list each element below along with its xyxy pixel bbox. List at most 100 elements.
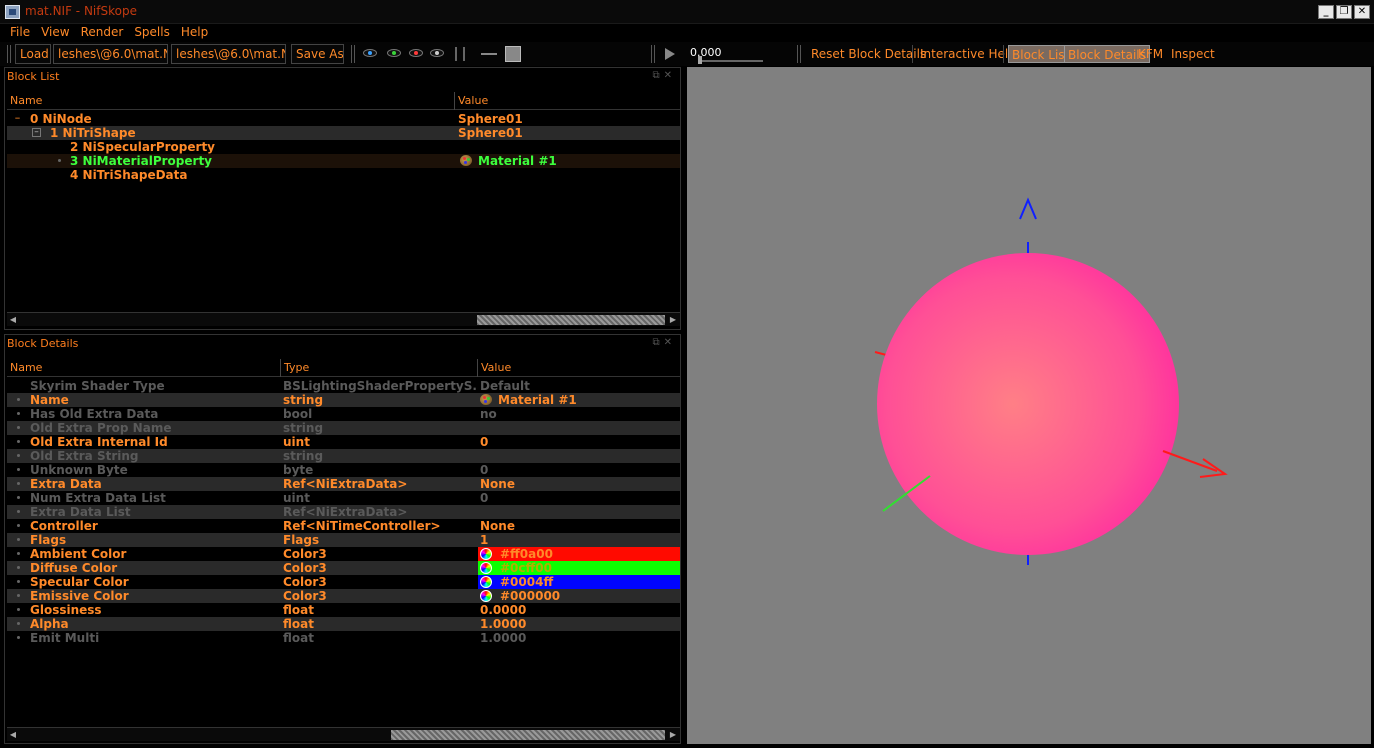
menu-render[interactable]: Render	[77, 24, 131, 42]
time-slider[interactable]	[698, 60, 763, 62]
collapse-icon[interactable]: –	[32, 128, 41, 137]
panel-controls[interactable]: ⧉✕	[652, 337, 676, 348]
time-slider-handle[interactable]	[698, 56, 702, 64]
scroll-right-icon[interactable]: ▶	[667, 314, 679, 325]
render-viewport[interactable]	[687, 67, 1371, 744]
detail-row[interactable]: Ambient Color Color3 #ff0a00	[7, 547, 680, 561]
detail-value[interactable]: None	[478, 477, 680, 491]
load-button[interactable]: Load	[15, 44, 51, 64]
detail-row[interactable]: Controller Ref<NiTimeController> None	[7, 519, 680, 533]
toolbar-grip[interactable]	[7, 45, 11, 63]
detail-row[interactable]: Old Extra Prop Name string	[7, 421, 680, 435]
detail-value[interactable]: #0cff00	[478, 561, 680, 575]
column-type[interactable]: Type	[281, 359, 478, 377]
load-path-field[interactable]: leshes\@6.0\mat.NIF	[53, 44, 168, 64]
block-row-selected[interactable]: 3 NiMaterialProperty Material #1	[7, 154, 680, 168]
view-side-icon[interactable]	[409, 49, 423, 57]
menu-file[interactable]: File	[6, 24, 37, 42]
detail-row[interactable]: Glossiness float 0.0000	[7, 603, 680, 617]
detail-row[interactable]: Old Extra String string	[7, 449, 680, 463]
toolbar-grip[interactable]	[797, 45, 801, 63]
panel-controls[interactable]: ⧉✕	[652, 70, 676, 81]
block-row[interactable]: – 0 NiNode Sphere01	[7, 112, 680, 126]
block-row[interactable]: 4 NiTriShapeData	[7, 168, 680, 182]
detail-row[interactable]: Old Extra Internal Id uint 0	[7, 435, 680, 449]
scroll-left-icon[interactable]: ◀	[7, 729, 19, 740]
walk-icon[interactable]	[455, 47, 465, 61]
detail-row[interactable]: Extra Data Ref<NiExtraData> None	[7, 477, 680, 491]
detail-value[interactable]: #000000	[478, 589, 680, 603]
detail-row[interactable]: Emit Multi float 1.0000	[7, 631, 680, 645]
scroll-right-icon[interactable]: ▶	[667, 729, 679, 740]
close-button[interactable]: ✕	[1354, 5, 1370, 19]
block-details-hscrollbar[interactable]: ◀ ▶	[7, 727, 680, 741]
scroll-left-icon[interactable]: ◀	[7, 314, 19, 325]
detail-value[interactable]: 0	[478, 463, 680, 477]
detail-value[interactable]: Default	[478, 379, 680, 393]
detail-row[interactable]: Num Extra Data List uint 0	[7, 491, 680, 505]
detail-value[interactable]: 1	[478, 533, 680, 547]
reset-block-details-button[interactable]: Reset Block Details	[811, 45, 926, 63]
detail-row[interactable]: Emissive Color Color3 #000000	[7, 589, 680, 603]
detail-value[interactable]: None	[478, 519, 680, 533]
toolbar-grip[interactable]	[351, 45, 355, 63]
detail-value[interactable]: Material #1	[478, 393, 680, 407]
minimize-button[interactable]: _	[1318, 5, 1334, 19]
view-front-icon[interactable]	[387, 49, 401, 57]
menu-spells[interactable]: Spells	[130, 24, 177, 42]
column-name[interactable]: Name	[7, 359, 281, 377]
column-name[interactable]: Name	[7, 92, 455, 110]
detail-row[interactable]: Diffuse Color Color3 #0cff00	[7, 561, 680, 575]
detail-name: Old Extra Prop Name	[30, 421, 172, 435]
sphere-mesh[interactable]	[877, 253, 1179, 555]
restore-button[interactable]: ❐	[1336, 5, 1352, 19]
block-details-toggle[interactable]: Block Details	[1064, 45, 1150, 63]
detail-row[interactable]: Extra Data List Ref<NiExtraData>	[7, 505, 680, 519]
flip-icon[interactable]	[481, 53, 497, 55]
detail-row[interactable]: Specular Color Color3 #0004ff	[7, 575, 680, 589]
scroll-thumb[interactable]	[391, 730, 665, 740]
block-row[interactable]: – 1 NiTriShape Sphere01	[7, 126, 680, 140]
detail-row[interactable]: Has Old Extra Data bool no	[7, 407, 680, 421]
menu-help[interactable]: Help	[177, 24, 215, 42]
block-list-hscrollbar[interactable]: ◀ ▶	[7, 312, 680, 326]
detail-row[interactable]: Skyrim Shader Type BSLightingShaderProper…	[7, 379, 680, 393]
detail-value[interactable]: no	[478, 407, 680, 421]
view-top-icon[interactable]: .eye.b::after{background:#3aa0ff}	[363, 49, 377, 57]
detail-value[interactable]: 0.0000	[478, 603, 680, 617]
detail-value[interactable]	[478, 449, 680, 463]
detail-row[interactable]: Flags Flags 1	[7, 533, 680, 547]
detail-row[interactable]: Name string Material #1	[7, 393, 680, 407]
detail-row[interactable]: Alpha float 1.0000	[7, 617, 680, 631]
detail-value[interactable]: 1.0000	[478, 617, 680, 631]
menu-view[interactable]: View	[37, 24, 76, 42]
scroll-thumb[interactable]	[477, 315, 665, 325]
detail-value[interactable]: 1.0000	[478, 631, 680, 645]
color-wheel-icon[interactable]	[480, 590, 492, 602]
view-user-icon[interactable]	[430, 49, 444, 57]
save-as-button[interactable]: Save As	[291, 44, 344, 64]
toolbar-grip[interactable]	[651, 45, 655, 63]
interactive-help-button[interactable]: Interactive Help	[920, 45, 1016, 63]
detail-value[interactable]: #ff0a00	[478, 547, 680, 561]
column-value[interactable]: Value	[478, 359, 680, 377]
perspective-icon[interactable]	[505, 46, 521, 62]
column-value[interactable]: Value	[455, 92, 680, 110]
menu-bar: File View Render Spells Help	[0, 24, 1374, 42]
color-wheel-icon[interactable]	[480, 576, 492, 588]
detail-value[interactable]: 0	[478, 491, 680, 505]
detail-value[interactable]: #0004ff	[478, 575, 680, 589]
detail-value[interactable]	[478, 505, 680, 519]
save-path-field[interactable]: leshes\@6.0\mat.NIF	[171, 44, 286, 64]
collapse-icon[interactable]: –	[13, 112, 22, 123]
kfm-toggle[interactable]: KFM	[1138, 45, 1163, 63]
detail-value[interactable]: 0	[478, 435, 680, 449]
detail-value[interactable]	[478, 421, 680, 435]
viewport-canvas[interactable]	[687, 67, 1371, 744]
detail-row[interactable]: Unknown Byte byte 0	[7, 463, 680, 477]
block-row[interactable]: 2 NiSpecularProperty	[7, 140, 680, 154]
play-icon[interactable]	[665, 48, 675, 60]
color-wheel-icon[interactable]	[480, 548, 492, 560]
inspect-toggle[interactable]: Inspect	[1171, 45, 1215, 63]
color-wheel-icon[interactable]	[480, 562, 492, 574]
